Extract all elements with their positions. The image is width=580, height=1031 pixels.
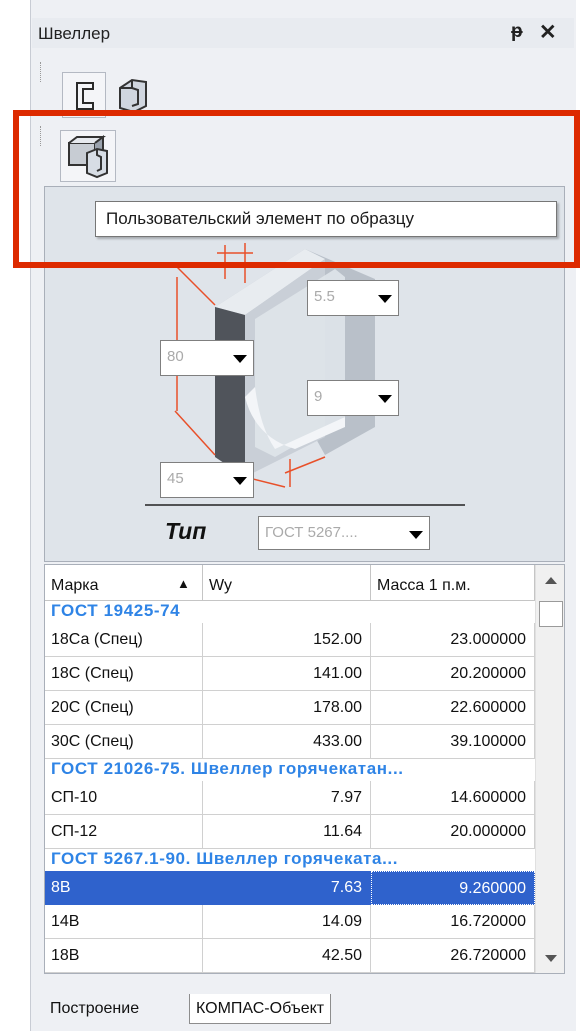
table-cell: 11.64 bbox=[203, 815, 371, 849]
table-row[interactable]: 18Са (Спец) 152.00 23.000000 bbox=[45, 623, 535, 657]
tooltip: Пользовательский элемент по образцу bbox=[95, 201, 557, 237]
table-cell: 14В bbox=[45, 905, 203, 939]
table-cell: 23.000000 bbox=[371, 623, 535, 657]
column-header-mark[interactable]: Марка ▲ bbox=[45, 565, 203, 601]
height-combo[interactable]: 80 bbox=[160, 340, 254, 376]
table-row[interactable]: 8В 7.63 9.260000 bbox=[45, 871, 535, 905]
table-cell: 141.00 bbox=[203, 657, 371, 691]
table-cell: 20С (Спец) bbox=[45, 691, 203, 725]
width-combo[interactable]: 45 bbox=[160, 462, 254, 498]
table-cell: 433.00 bbox=[203, 725, 371, 759]
table-cell: СП-12 bbox=[45, 815, 203, 849]
flange-value: 9 bbox=[314, 388, 323, 405]
table-cell: 152.00 bbox=[203, 623, 371, 657]
group-header[interactable]: ГОСТ 19425-74 bbox=[45, 601, 535, 623]
table-cell: 7.63 bbox=[203, 871, 371, 905]
flange-combo[interactable]: 9 bbox=[307, 380, 399, 416]
scroll-down-icon[interactable] bbox=[545, 955, 557, 962]
chevron-down-icon bbox=[378, 295, 392, 303]
type-label: Тип bbox=[165, 518, 207, 544]
table-row[interactable]: СП-12 11.64 20.000000 bbox=[45, 815, 535, 849]
profile-table[interactable]: Марка ▲ Wy Масса 1 п.м. ГОСТ 19425-74 18С… bbox=[44, 564, 565, 974]
table-row[interactable]: 20С (Спец) 178.00 22.600000 bbox=[45, 691, 535, 725]
highlight-box bbox=[13, 110, 580, 268]
tab-kompas-object[interactable]: КОМПАС-Объект bbox=[189, 994, 332, 1024]
table-cell: 22.600000 bbox=[371, 691, 535, 725]
chevron-down-icon bbox=[409, 531, 423, 539]
column-header-wy[interactable]: Wy bbox=[203, 565, 371, 601]
table-cell: 30С (Спец) bbox=[45, 725, 203, 759]
thickness-combo[interactable]: 5.5 bbox=[307, 280, 399, 316]
channel-3d-icon bbox=[119, 78, 147, 114]
table-row[interactable]: 30С (Спец) 433.00 39.100000 bbox=[45, 725, 535, 759]
type-combo[interactable]: ГОСТ 5267.... bbox=[258, 516, 430, 550]
vertical-scrollbar[interactable] bbox=[535, 565, 564, 973]
scroll-up-icon[interactable] bbox=[545, 577, 557, 584]
table-cell: 26.720000 bbox=[371, 939, 535, 973]
table-cell: 20.000000 bbox=[371, 815, 535, 849]
tab-build[interactable]: Построение bbox=[44, 994, 145, 1024]
height-value: 80 bbox=[167, 348, 184, 365]
table-row[interactable]: 18С (Спец) 141.00 20.200000 bbox=[45, 657, 535, 691]
channel-3d-button[interactable] bbox=[112, 74, 154, 114]
table-cell: 16.720000 bbox=[371, 905, 535, 939]
table-row[interactable]: СП-10 7.97 14.600000 bbox=[45, 781, 535, 815]
table-cell: СП-10 bbox=[45, 781, 203, 815]
thickness-value: 5.5 bbox=[314, 288, 335, 305]
type-value: ГОСТ 5267.... bbox=[265, 524, 358, 541]
table-cell: 42.50 bbox=[203, 939, 371, 973]
table-cell: 14.09 bbox=[203, 905, 371, 939]
table-cell: 18С (Спец) bbox=[45, 657, 203, 691]
table-cell: 39.100000 bbox=[371, 725, 535, 759]
table-cell: 20.200000 bbox=[371, 657, 535, 691]
group-header[interactable]: ГОСТ 5267.1-90. Швеллер горячеката... bbox=[45, 849, 535, 871]
width-value: 45 bbox=[167, 470, 184, 487]
chevron-down-icon bbox=[233, 477, 247, 485]
close-icon[interactable]: ✕ bbox=[539, 20, 557, 45]
pin-icon[interactable]: ᵽ bbox=[511, 21, 523, 43]
table-cell: 14.600000 bbox=[371, 781, 535, 815]
table-cell: 9.260000 bbox=[371, 871, 535, 905]
table-row[interactable]: 18В 42.50 26.720000 bbox=[45, 939, 535, 973]
scroll-thumb[interactable] bbox=[539, 601, 563, 627]
column-header-mass[interactable]: Масса 1 п.м. bbox=[371, 565, 535, 601]
group-header[interactable]: ГОСТ 21026-75. Швеллер горячекатан... bbox=[45, 759, 535, 781]
table-row[interactable]: 14В 14.09 16.720000 bbox=[45, 905, 535, 939]
table-cell: 7.97 bbox=[203, 781, 371, 815]
chevron-down-icon bbox=[378, 395, 392, 403]
panel-titlebar: Швеллер ᵽ ✕ bbox=[32, 18, 574, 48]
table-cell: 178.00 bbox=[203, 691, 371, 725]
table-cell: 8В bbox=[45, 871, 203, 905]
sort-ascending-icon: ▲ bbox=[177, 576, 190, 591]
toolbar-grip[interactable] bbox=[40, 62, 45, 82]
table-cell: 18В bbox=[45, 939, 203, 973]
chevron-down-icon bbox=[233, 355, 247, 363]
panel-title: Швеллер bbox=[38, 24, 111, 43]
table-cell: 18Са (Спец) bbox=[45, 623, 203, 657]
